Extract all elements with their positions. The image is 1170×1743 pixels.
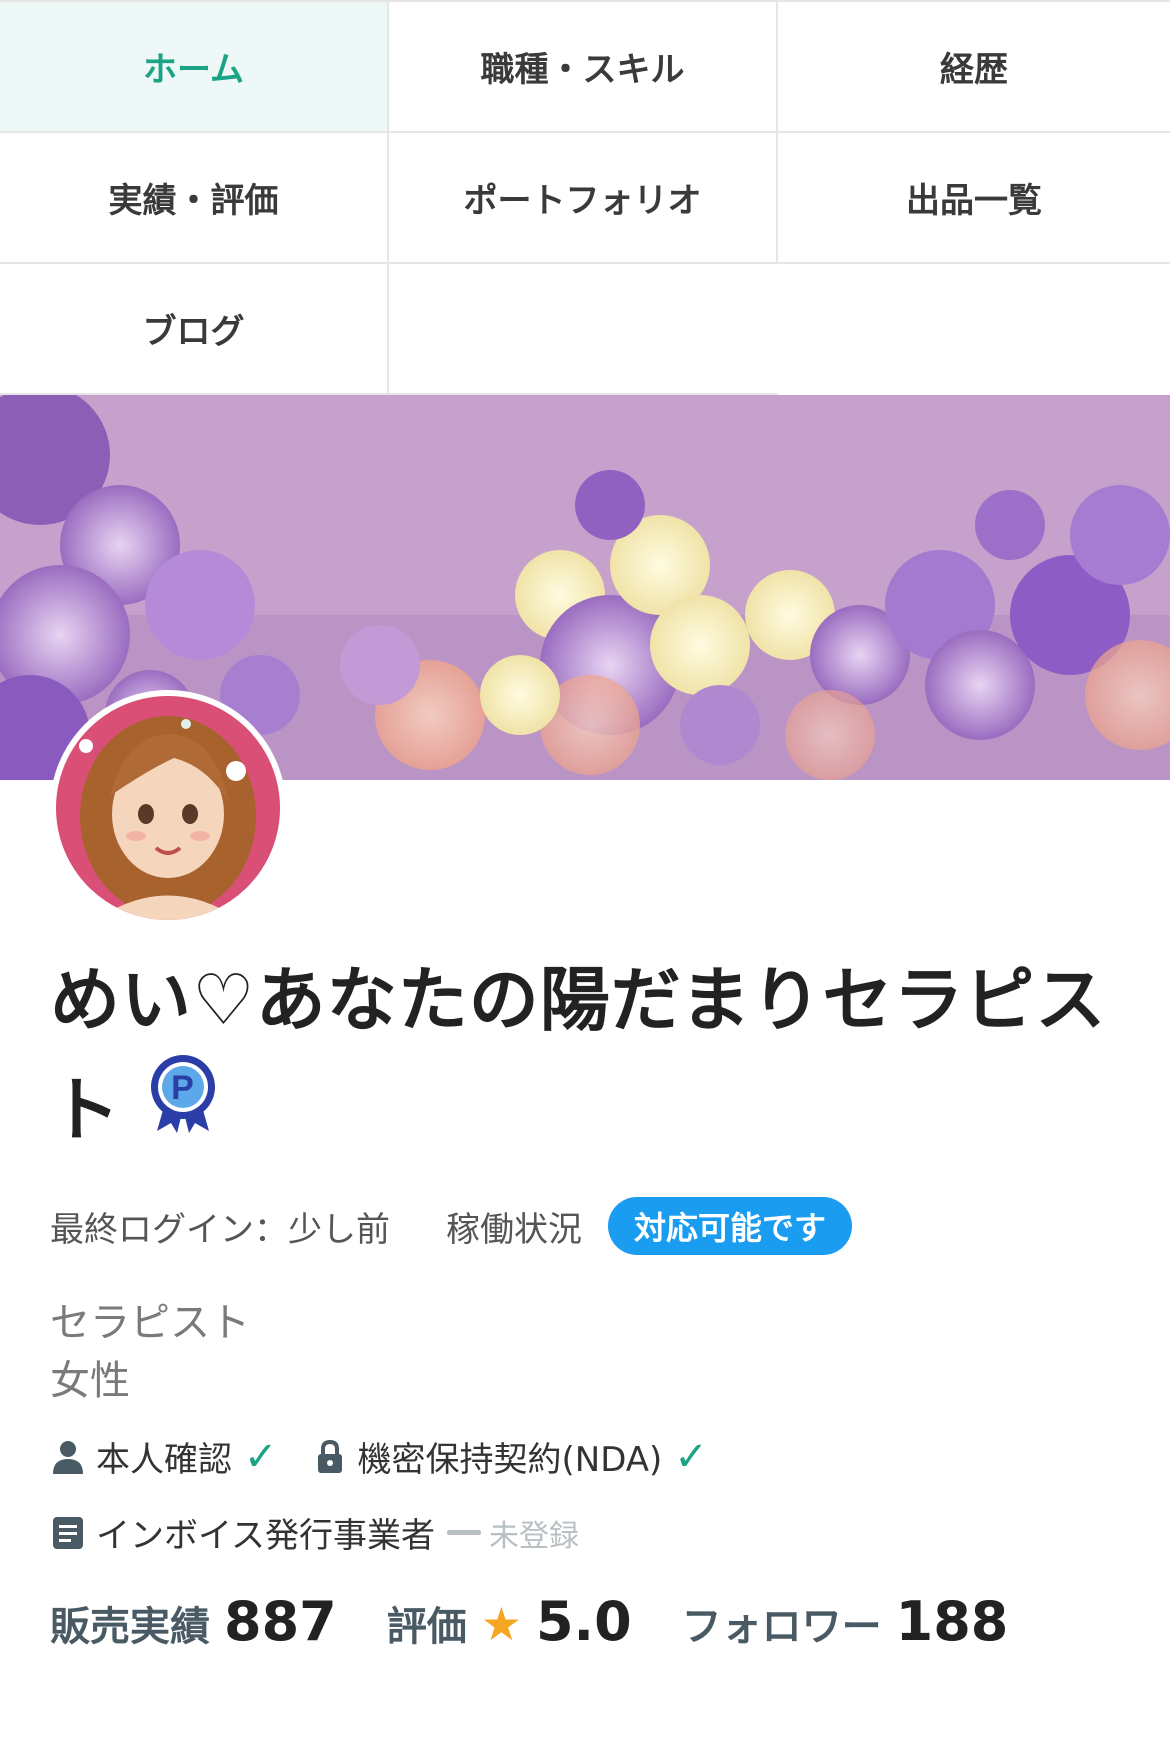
- work-status-label: 稼働状況: [446, 1209, 582, 1250]
- rating-value: 5.0: [535, 1590, 632, 1653]
- verification-row: 本人確認 ✓ 機密保持契約(NDA) ✓: [50, 1432, 708, 1481]
- identity-verified-label: 本人確認: [96, 1440, 232, 1480]
- document-icon: [50, 1515, 86, 1551]
- avatar-illustration: [56, 696, 280, 920]
- followers-label[interactable]: フォロワー: [682, 1594, 882, 1652]
- status-row: 最終ログイン：少し前 稼働状況 対応可能です: [50, 1196, 853, 1256]
- avatar[interactable]: [50, 690, 286, 926]
- identity-check-icon: ✓: [244, 1433, 278, 1480]
- pro-badge-icon: P: [147, 1053, 219, 1164]
- sales-value: 887: [224, 1590, 337, 1653]
- tab-skills[interactable]: 職種・スキル: [389, 2, 778, 133]
- svg-text:P: P: [171, 1069, 195, 1107]
- followers-value[interactable]: 188: [896, 1590, 1009, 1653]
- tab-home[interactable]: ホーム: [0, 2, 389, 133]
- invoice-label: インボイス発行事業者: [96, 1516, 435, 1556]
- last-login: 最終ログイン：少し前: [50, 1209, 390, 1250]
- lock-icon: [312, 1439, 348, 1475]
- tab-portfolio[interactable]: ポートフォリオ: [389, 133, 778, 264]
- invoice-row: インボイス発行事業者 未登録: [50, 1508, 579, 1557]
- nav-empty-cell: [389, 264, 778, 395]
- invoice-status: 未登録: [446, 1511, 579, 1555]
- profile-tab-nav: ホーム 職種・スキル 経歴 実績・評価 ポートフォリオ 出品一覧 ブログ: [0, 0, 1170, 395]
- rating-label: 評価: [386, 1604, 467, 1650]
- tab-listings[interactable]: 出品一覧: [778, 133, 1170, 264]
- star-icon: ★: [480, 1597, 522, 1651]
- tab-career[interactable]: 経歴: [778, 2, 1170, 133]
- sales-label: 販売実績: [50, 1604, 210, 1650]
- tab-blog[interactable]: ブログ: [0, 264, 389, 395]
- invoice-status-text: 未登録: [488, 1518, 579, 1554]
- occupation: セラピスト: [50, 1300, 250, 1346]
- tab-achievements[interactable]: 実績・評価: [0, 133, 389, 264]
- nda-label: 機密保持契約(NDA): [357, 1440, 663, 1480]
- profile-stats: 販売実績 887 評価 ★ 5.0 フォロワー 188: [50, 1590, 1008, 1653]
- nda-check-icon: ✓: [674, 1433, 708, 1480]
- profile-name-block: めい♡あなたの陽だまりセラピスト P: [50, 945, 1110, 1170]
- gender: 女性: [50, 1358, 130, 1404]
- person-icon: [50, 1439, 86, 1475]
- availability-badge: 対応可能です: [608, 1197, 853, 1255]
